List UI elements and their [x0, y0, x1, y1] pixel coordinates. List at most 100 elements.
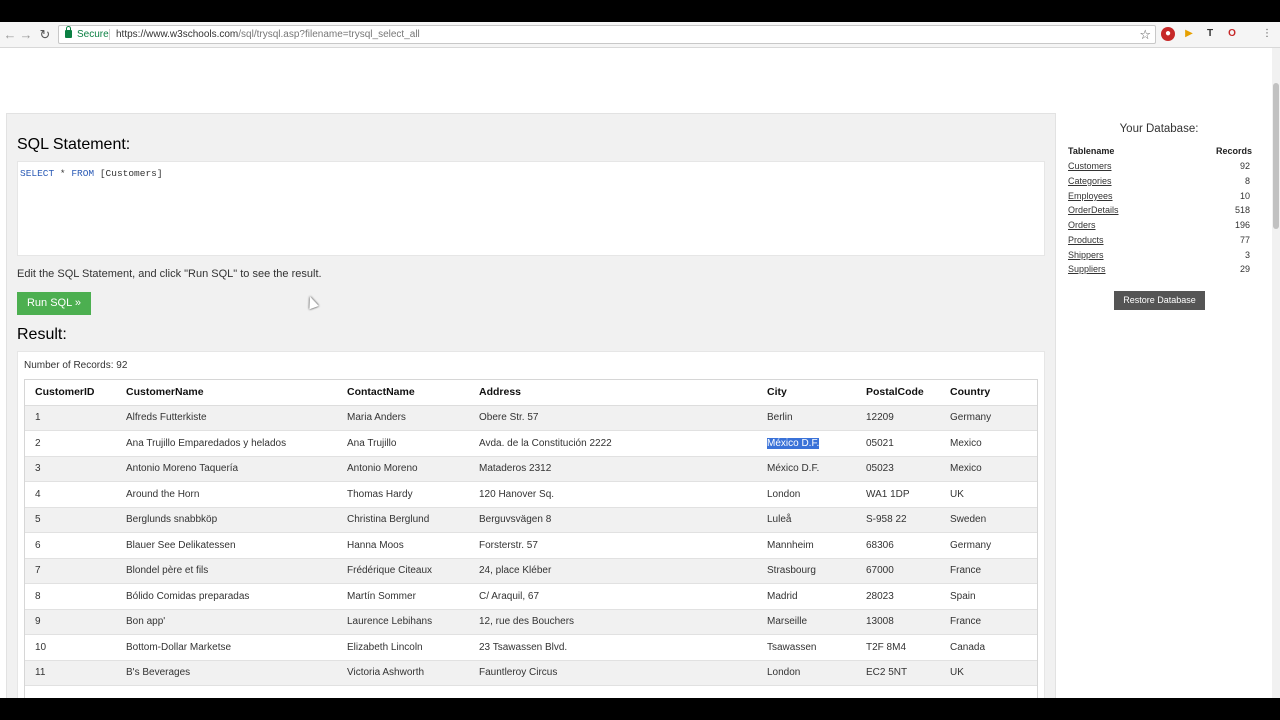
tablename-header: Tablename — [1068, 146, 1115, 156]
extension-o-icon[interactable]: O — [1225, 27, 1239, 41]
table-link-orderdetails[interactable]: OrderDetails — [1068, 205, 1119, 215]
cell: B's Beverages — [115, 660, 336, 686]
table-row: 7 Blondel père et fils Frédérique Citeaux 2… — [24, 558, 1038, 584]
sql-statement-heading: SQL Statement: — [17, 136, 131, 153]
record-count: 3 — [1244, 250, 1250, 260]
extension-play-icon[interactable]: ▶ — [1182, 27, 1196, 41]
extension-t-icon[interactable]: T — [1203, 27, 1217, 41]
cell: S-958 22 — [855, 507, 939, 533]
browser-window: ← → ↻ Secure https://www.w3schools.com/s… — [0, 22, 1280, 698]
browser-toolbar: ← → ↻ Secure https://www.w3schools.com/s… — [0, 22, 1280, 48]
page-scrollbar-thumb[interactable] — [1273, 83, 1279, 229]
cell: Martín Sommer — [336, 583, 468, 610]
cell: Luleå — [756, 507, 855, 533]
back-arrow-icon[interactable]: ← — [2, 27, 18, 43]
table-link-shippers[interactable]: Shippers — [1068, 250, 1104, 260]
cell: Around the Horn — [115, 481, 336, 508]
cell: Thomas Hardy — [336, 481, 468, 508]
sql-table: [Customers] — [94, 168, 163, 179]
cell: Frédérique Citeaux — [336, 558, 468, 584]
result-table: CustomerID CustomerName ContactName Addr… — [24, 379, 1038, 686]
record-count: 77 — [1239, 235, 1250, 245]
menu-dots-icon[interactable]: ⋮ — [1260, 27, 1274, 41]
cell: 05023 — [855, 456, 939, 482]
address-bar[interactable]: Secure https://www.w3schools.com/sql/try… — [58, 25, 1156, 44]
table-link-customers[interactable]: Customers — [1068, 161, 1112, 171]
cell: Laurence Lebihans — [336, 609, 468, 635]
cell: T2F 8M4 — [855, 634, 939, 661]
cell: 5 — [24, 507, 115, 533]
cell: Canada — [939, 634, 1038, 661]
table-row: 6 Blauer See Delikatessen Hanna Moos Forste… — [24, 532, 1038, 559]
database-row: Customers 92 — [1066, 161, 1252, 175]
cell: 3 — [24, 456, 115, 482]
cell: France — [939, 558, 1038, 584]
bookmark-star-icon[interactable]: ☆ — [1139, 26, 1151, 43]
cell: 7 — [24, 558, 115, 584]
table-row: 9 Bon app' Laurence Lebihans 12, rue des Bo… — [24, 609, 1038, 635]
cell: Spain — [939, 583, 1038, 610]
cell: UK — [939, 660, 1038, 686]
cell: C/ Araquil, 67 — [468, 583, 756, 610]
result-heading: Result: — [17, 326, 67, 343]
cell: 28023 — [855, 583, 939, 610]
cell: Mataderos 2312 — [468, 456, 756, 482]
cell: 11 — [24, 660, 115, 686]
cell: 23 Tsawassen Blvd. — [468, 634, 756, 661]
secure-indicator[interactable]: Secure — [65, 26, 109, 41]
sql-editor-panel: SQL Statement: SELECT * FROM [Customers]… — [6, 113, 1056, 698]
secure-label: Secure — [77, 29, 109, 40]
cell: EC2 5NT — [855, 660, 939, 686]
cell: Ana Trujillo Emparedados y helados — [115, 430, 336, 457]
cell: Avda. de la Constitución 2222 — [468, 430, 756, 457]
cell: UK — [939, 481, 1038, 508]
cell: Obere Str. 57 — [468, 405, 756, 431]
selected-text[interactable]: México D.F. — [767, 437, 820, 449]
cell: Berlin — [756, 405, 855, 431]
extension-icon[interactable]: ● — [1161, 27, 1175, 41]
cell: Tsawassen — [756, 634, 855, 661]
cell: Antonio Moreno Taquería — [115, 456, 336, 482]
cell: 12, rue des Bouchers — [468, 609, 756, 635]
forward-arrow-icon[interactable]: → — [18, 27, 34, 43]
record-count: 10 — [1239, 191, 1250, 201]
cell: 05021 — [855, 430, 939, 457]
sql-star: * — [54, 168, 72, 179]
edit-hint: Edit the SQL Statement, and click "Run S… — [17, 268, 322, 280]
cell: Antonio Moreno — [336, 456, 468, 482]
table-link-employees[interactable]: Employees — [1068, 191, 1113, 201]
sql-keyword-select: SELECT — [20, 168, 55, 179]
table-link-suppliers[interactable]: Suppliers — [1068, 264, 1106, 274]
url-host: www.w3schools.com — [146, 29, 239, 40]
page-scrollbar[interactable] — [1272, 48, 1280, 698]
table-link-orders[interactable]: Orders — [1068, 220, 1096, 230]
column-header: ContactName — [336, 379, 468, 406]
cell: Fauntleroy Circus — [468, 660, 756, 686]
record-count: 92 — [1239, 161, 1250, 171]
url-prefix: https:// — [116, 29, 147, 40]
database-row: Categories 8 — [1066, 176, 1252, 190]
sql-input[interactable]: SELECT * FROM [Customers] — [17, 161, 1045, 256]
sql-keyword-from: FROM — [71, 168, 95, 179]
url-text[interactable]: https://www.w3schools.com/sql/trysql.asp… — [116, 28, 420, 41]
cell: 67000 — [855, 558, 939, 584]
table-row: 10 Bottom-Dollar Marketse Elizabeth Lincol… — [24, 634, 1038, 661]
record-count: 196 — [1234, 220, 1250, 230]
cell: Madrid — [756, 583, 855, 610]
address-separator — [109, 29, 110, 40]
cell: Bon app' — [115, 609, 336, 635]
database-row: Products 77 — [1066, 235, 1252, 249]
run-sql-button[interactable]: Run SQL » — [17, 292, 91, 315]
table-link-products[interactable]: Products — [1068, 235, 1104, 245]
cell: Germany — [939, 405, 1038, 431]
cell: Christina Berglund — [336, 507, 468, 533]
table-row: 5 Berglunds snabbköp Christina Berglund Ber… — [24, 507, 1038, 533]
table-row: 3 Antonio Moreno Taquería Antonio Moreno Ma… — [24, 456, 1038, 482]
table-row: 8 Bólido Comidas preparadas Martín Sommer C… — [24, 583, 1038, 610]
restore-database-button[interactable]: Restore Database — [1114, 291, 1205, 310]
database-row: Employees 10 — [1066, 191, 1252, 205]
table-row: 4 Around the Horn Thomas Hardy 120 Hanover … — [24, 481, 1038, 508]
table-link-categories[interactable]: Categories — [1068, 176, 1112, 186]
cell: Blondel père et fils — [115, 558, 336, 584]
reload-icon[interactable]: ↻ — [37, 27, 53, 43]
